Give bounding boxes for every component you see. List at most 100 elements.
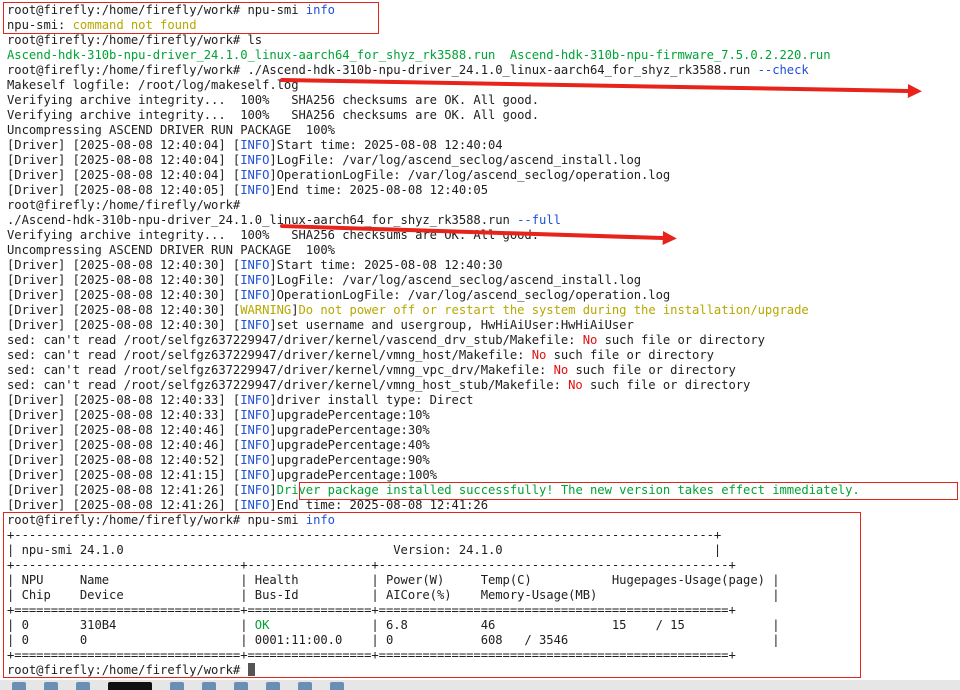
terminal-text: [Driver] [2025-08-08 12:41:15] [ (7, 468, 241, 482)
terminal-text: INFO (240, 288, 270, 302)
terminal-text: INFO (240, 258, 270, 272)
terminal-text: INFO (240, 408, 270, 422)
terminal-text: [Driver] [2025-08-08 12:40:33] [ (7, 393, 241, 407)
taskbar (0, 680, 960, 690)
terminal-line: Ascend-hdk-310b-npu-driver_24.1.0_linux-… (7, 48, 831, 63)
terminal-text: INFO (240, 183, 270, 197)
terminal-text: ]Start time: 2025-08-08 12:40:04 (269, 138, 503, 152)
terminal-text: [Driver] [2025-08-08 12:40:30] [ (7, 288, 241, 302)
terminal-text: [Driver] [2025-08-08 12:40:30] [ (7, 273, 241, 287)
terminal-text: [Driver] [2025-08-08 12:40:46] [ (7, 438, 241, 452)
terminal-line: [Driver] [2025-08-08 12:41:26] [INFO]End… (7, 498, 488, 513)
terminal-text: --full (517, 213, 561, 227)
terminal-text: INFO (240, 168, 270, 182)
annotation-box-npu-smi-not-found (3, 2, 379, 34)
terminal-text: INFO (240, 483, 270, 497)
terminal-text: Verifying archive integrity... 100% SHA2… (7, 108, 539, 122)
terminal-text: root@firefly:/home/firefly/work# ./Ascen… (7, 63, 758, 77)
terminal-line: Uncompressing ASCEND DRIVER RUN PACKAGE … (7, 243, 335, 258)
terminal-line: [Driver] [2025-08-08 12:40:46] [INFO]upg… (7, 438, 430, 453)
taskbar-app-icon[interactable] (330, 682, 344, 690)
terminal-text: ]OperationLogFile: /var/log/ascend_seclo… (269, 288, 671, 302)
terminal-text: INFO (240, 393, 270, 407)
terminal-text: --check (757, 63, 809, 77)
terminal-line: [Driver] [2025-08-08 12:40:30] [WARNING]… (7, 303, 809, 318)
terminal-text: sed: can't read /root/selfgz637229947/dr… (7, 363, 554, 377)
terminal-text: [Driver] [2025-08-08 12:41:26] [ (7, 483, 241, 497)
terminal-line: sed: can't read /root/selfgz637229947/dr… (7, 333, 765, 348)
terminal-text: ]LogFile: /var/log/ascend_seclog/ascend_… (269, 273, 642, 287)
terminal-text: [Driver] [2025-08-08 12:40:52] [ (7, 453, 241, 467)
terminal-text: No (531, 348, 547, 362)
taskbar-app-icon[interactable] (202, 682, 216, 690)
terminal-line: sed: can't read /root/selfgz637229947/dr… (7, 348, 714, 363)
terminal-text: ]OperationLogFile: /var/log/ascend_seclo… (269, 168, 671, 182)
terminal-text: ]upgradePercentage:30% (269, 423, 430, 437)
terminal-text: sed: can't read /root/selfgz637229947/dr… (7, 333, 583, 347)
terminal-text: INFO (240, 318, 270, 332)
terminal-text: WARNING (240, 303, 292, 317)
terminal-text: [Driver] [2025-08-08 12:40:30] [ (7, 258, 241, 272)
taskbar-app-icon[interactable] (12, 682, 26, 690)
terminal-text: [Driver] [2025-08-08 12:41:26] [ (7, 498, 241, 512)
terminal-line: [Driver] [2025-08-08 12:40:30] [INFO]Ope… (7, 288, 670, 303)
terminal-text: [Driver] [2025-08-08 12:40:04] [ (7, 153, 241, 167)
terminal-line: Verifying archive integrity... 100% SHA2… (7, 108, 539, 123)
terminal-line: [Driver] [2025-08-08 12:40:04] [INFO]Ope… (7, 168, 670, 183)
terminal-text: [Driver] [2025-08-08 12:40:30] [ (7, 303, 241, 317)
terminal-line: Uncompressing ASCEND DRIVER RUN PACKAGE … (7, 123, 335, 138)
terminal-text: such file or directory (597, 333, 765, 347)
taskbar-app-icon[interactable] (266, 682, 280, 690)
terminal-text: such file or directory (582, 378, 751, 392)
terminal-text: [Driver] [2025-08-08 12:40:33] [ (7, 408, 241, 422)
terminal-text: Uncompressing ASCEND DRIVER RUN PACKAGE … (7, 123, 335, 137)
terminal-line: Verifying archive integrity... 100% SHA2… (7, 93, 539, 108)
terminal-text: INFO (240, 423, 270, 437)
terminal-text: ]upgradePercentage:10% (269, 408, 430, 422)
terminal-text: such file or directory (546, 348, 714, 362)
terminal-line: [Driver] [2025-08-08 12:41:15] [INFO]upg… (7, 468, 437, 483)
terminal-line: sed: can't read /root/selfgz637229947/dr… (7, 363, 736, 378)
terminal-text: [Driver] [2025-08-08 12:40:04] [ (7, 138, 241, 152)
terminal-text: No (582, 333, 598, 347)
terminal-text: ]upgradePercentage:90% (269, 453, 430, 467)
terminal-text: ]upgradePercentage:40% (269, 438, 430, 452)
terminal-text: ]upgradePercentage:100% (269, 468, 437, 482)
terminal-line: [Driver] [2025-08-08 12:40:05] [INFO]End… (7, 183, 488, 198)
terminal-text: Verifying archive integrity... 100% SHA2… (7, 93, 539, 107)
terminal-line: root@firefly:/home/firefly/work# (7, 198, 240, 213)
terminal-text: root@firefly:/home/firefly/work# ls (7, 33, 263, 47)
terminal-text: ] (269, 483, 277, 497)
annotation-box-npu-smi-info (3, 512, 861, 678)
terminal-line: [Driver] [2025-08-08 12:40:52] [INFO]upg… (7, 453, 430, 468)
terminal-text: INFO (240, 498, 270, 512)
terminal-text: [Driver] [2025-08-08 12:40:04] [ (7, 168, 241, 182)
terminal-text: No (568, 378, 583, 392)
terminal-line: [Driver] [2025-08-08 12:40:46] [INFO]upg… (7, 423, 430, 438)
terminal-text: No (553, 363, 569, 377)
terminal-text: ]set username and usergroup, HwHiAiUser:… (269, 318, 634, 332)
terminal-text: ]driver install type: Direct (269, 393, 474, 407)
terminal-text: ./Ascend-hdk-310b-npu-driver_24.1.0_linu… (7, 213, 518, 227)
terminal-text: sed: can't read /root/selfgz637229947/dr… (7, 348, 532, 362)
terminal-text: Ascend-hdk-310b-npu-driver_24.1.0_linux-… (7, 48, 831, 62)
terminal-text: [Driver] [2025-08-08 12:40:05] [ (7, 183, 241, 197)
terminal-text: ]Start time: 2025-08-08 12:40:30 (269, 258, 503, 272)
terminal-line: [Driver] [2025-08-08 12:40:04] [INFO]Sta… (7, 138, 503, 153)
terminal-text: ]End time: 2025-08-08 12:41:26 (269, 498, 488, 512)
terminal-line: sed: can't read /root/selfgz637229947/dr… (7, 378, 750, 393)
taskbar-app-icon[interactable] (170, 682, 184, 690)
taskbar-app-icon[interactable] (234, 682, 248, 690)
annotation-box-install-success (299, 482, 958, 500)
terminal-text: INFO (240, 273, 270, 287)
taskbar-app-icon[interactable] (298, 682, 312, 690)
taskbar-app-icon[interactable] (76, 682, 90, 690)
terminal-text: Uncompressing ASCEND DRIVER RUN PACKAGE … (7, 243, 335, 257)
taskbar-app-icon[interactable] (44, 682, 58, 690)
terminal-text: root@firefly:/home/firefly/work# (7, 198, 241, 212)
terminal-text: INFO (240, 453, 270, 467)
terminal-line: root@firefly:/home/firefly/work# ls (7, 33, 262, 48)
terminal-text: Do not power off or restart the system d… (298, 303, 809, 317)
taskbar-app-icon[interactable] (108, 682, 152, 690)
terminal-text: ]LogFile: /var/log/ascend_seclog/ascend_… (269, 153, 642, 167)
